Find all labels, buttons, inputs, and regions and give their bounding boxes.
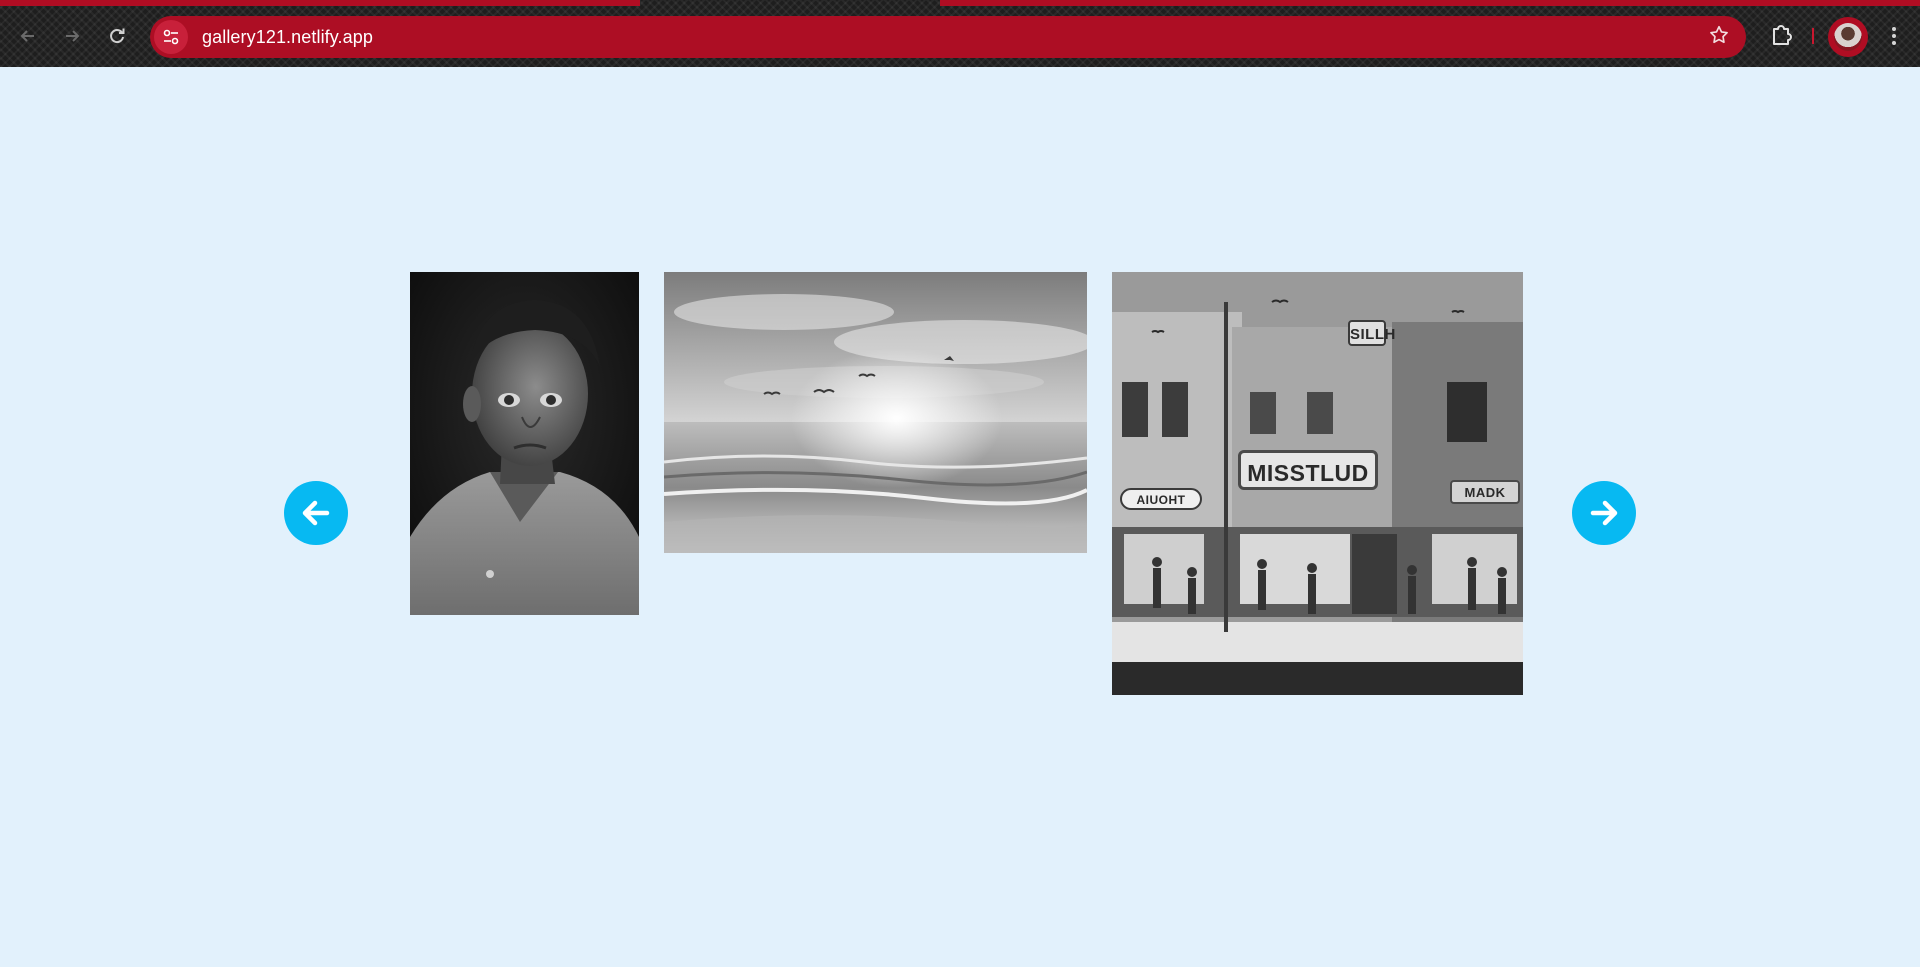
street-sign-right: MADK bbox=[1450, 480, 1520, 504]
street-sign-left: AIUOHT bbox=[1120, 488, 1202, 510]
reload-button[interactable] bbox=[101, 20, 133, 52]
toolbar-divider bbox=[1812, 28, 1814, 44]
next-button[interactable] bbox=[1572, 481, 1636, 545]
puzzle-icon bbox=[1773, 25, 1792, 45]
street-sign-top: SILLH bbox=[1348, 320, 1395, 346]
arrow-left-icon bbox=[20, 30, 34, 42]
tab-accent-right bbox=[940, 0, 1920, 6]
tune-icon bbox=[163, 29, 179, 45]
previous-button[interactable] bbox=[284, 481, 348, 545]
tab-accent-left bbox=[0, 0, 640, 6]
browser-menu-button[interactable] bbox=[1880, 20, 1908, 52]
gallery-photo-boy-portrait[interactable] bbox=[410, 272, 639, 615]
arrow-right-icon bbox=[66, 30, 80, 42]
arrow-right-icon bbox=[1590, 500, 1618, 526]
url-text[interactable]: gallery121.netlify.app bbox=[202, 27, 373, 48]
profile-avatar[interactable] bbox=[1828, 17, 1868, 57]
back-button[interactable] bbox=[12, 20, 44, 52]
browser-toolbar: gallery121.netlify.app bbox=[0, 0, 1920, 67]
beach-sunset-image bbox=[664, 272, 1087, 553]
extensions-button[interactable] bbox=[1766, 20, 1796, 50]
kebab-menu-icon bbox=[1892, 27, 1896, 31]
address-bar[interactable]: gallery121.netlify.app bbox=[150, 16, 1746, 58]
arrow-left-icon bbox=[302, 500, 330, 526]
forward-button[interactable] bbox=[56, 20, 88, 52]
bookmark-button[interactable] bbox=[1706, 24, 1732, 50]
star-icon bbox=[1710, 25, 1728, 44]
gallery-photo-street-storefronts[interactable]: MISSTLUD SILLH AIUOHT MADK bbox=[1112, 272, 1523, 695]
boy-portrait-image bbox=[410, 272, 639, 615]
gallery-photo-beach-sunset[interactable] bbox=[664, 272, 1087, 553]
reload-icon bbox=[110, 28, 125, 44]
street-sign-main: MISSTLUD bbox=[1238, 450, 1378, 490]
site-info-button[interactable] bbox=[154, 20, 188, 54]
avatar-icon bbox=[1834, 23, 1862, 51]
